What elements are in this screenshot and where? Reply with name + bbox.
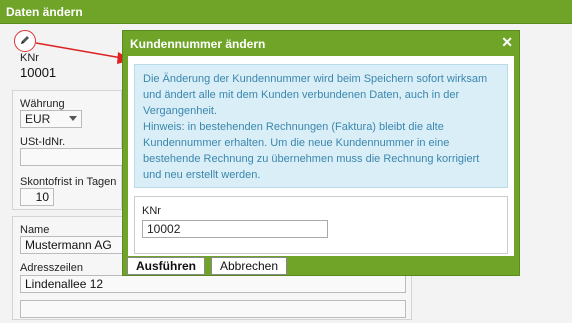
new-knr-input[interactable]: 10002 xyxy=(142,220,328,238)
hint-text: Hinweis: in bestehenden Rechnungen (Fakt… xyxy=(143,121,480,181)
cancel-button[interactable]: Abbrechen xyxy=(211,257,287,275)
knr-form: KNr 10002 xyxy=(134,196,508,254)
dialog-content: Die Änderung der Kundennummer wird beim … xyxy=(128,56,514,256)
info-text: Die Änderung der Kundennummer wird beim … xyxy=(143,73,488,117)
new-knr-label: KNr xyxy=(142,205,161,217)
info-box: Die Änderung der Kundennummer wird beim … xyxy=(134,64,508,188)
dialog-titlebar[interactable]: Kundennummer ändern ✕ xyxy=(123,31,519,55)
execute-button[interactable]: Ausführen xyxy=(127,257,205,275)
dialog-title: Kundennummer ändern xyxy=(130,37,266,51)
close-icon[interactable]: ✕ xyxy=(501,35,513,49)
change-customer-number-dialog: Kundennummer ändern ✕ Die Änderung der K… xyxy=(122,30,520,276)
